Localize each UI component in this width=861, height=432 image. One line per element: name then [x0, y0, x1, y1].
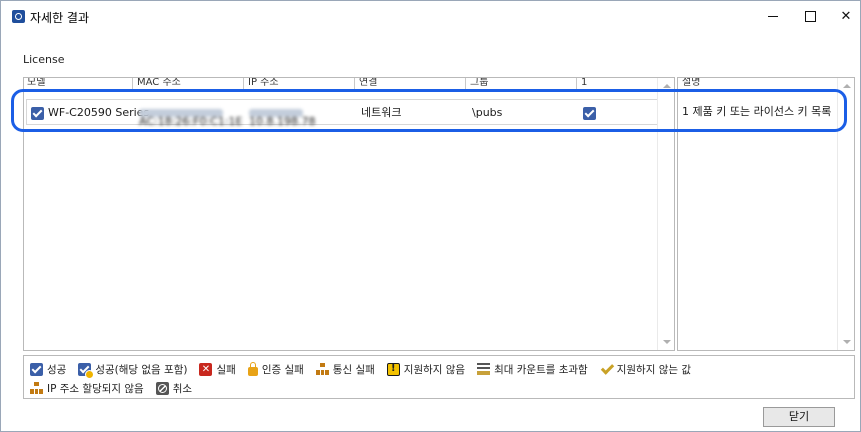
legend-label: 실패	[216, 363, 236, 376]
legend-not-supported: ! 지원하지 않음	[386, 362, 466, 377]
legend-fail: ✕ 실패	[199, 362, 236, 377]
legend-label: 성공(해당 없음 포함)	[95, 363, 188, 376]
legend-label: 성공	[47, 363, 67, 376]
legend-unsupported-value: 지원하지 않는 값	[600, 362, 691, 377]
legend-label: 지원하지 않음	[403, 363, 466, 376]
cell-connection: 네트워크	[361, 106, 402, 119]
col-header-group[interactable]: 그룹	[465, 78, 577, 90]
legend-label: 지원하지 않는 값	[616, 363, 692, 376]
cell-ip: 10.8.198.78	[249, 100, 315, 128]
cancel-icon	[155, 381, 169, 395]
col-header-mac[interactable]: MAC 주소	[132, 78, 244, 90]
legend-auth-fail: 인증 실패	[247, 361, 304, 377]
close-button[interactable]: 닫기	[763, 407, 835, 427]
ip-network-icon	[30, 382, 43, 394]
description-panel: 설명 1 제품 키 또는 라이선스 키 목록	[677, 77, 855, 351]
col-header-1[interactable]: 1	[576, 78, 656, 90]
legend-label: 통신 실패	[332, 363, 375, 376]
legend-cancel: 취소	[155, 381, 193, 396]
legend-label: 취소	[172, 382, 193, 395]
table-row[interactable]: WF-C20590 Series AC:18:26:F0:C1:1E 10.8.…	[26, 99, 658, 128]
cell-group: \pubs	[472, 106, 503, 119]
network-icon	[315, 363, 329, 375]
col-header-description: 설명	[682, 78, 701, 88]
cell-license-check[interactable]	[583, 100, 596, 126]
title-bar: 자세한 결과 ✕	[1, 1, 860, 31]
legend-row-1: 성공 성공(해당 없음 포함) ✕ 실패 인증 실패 통신 실패 ! 지원하지 않음…	[30, 361, 703, 379]
cell-mac: AC:18:26:F0:C1:1E	[139, 100, 243, 128]
status-legend: 성공 성공(해당 없음 포함) ✕ 실패 인증 실패 통신 실패 ! 지원하지 않음…	[23, 355, 855, 399]
unsupported-value-icon	[600, 363, 613, 375]
checkbox-checked-icon	[31, 106, 44, 120]
col-header-ip[interactable]: IP 주소	[243, 78, 355, 90]
description-text: 1 제품 키 또는 라이선스 키 목록	[682, 105, 832, 118]
window-title: 자세한 결과	[30, 11, 90, 25]
legend-success: 성공	[30, 362, 66, 377]
success-partial-check-icon	[78, 362, 95, 379]
legend-max-count: 최대 카운트를 초과함	[477, 362, 588, 377]
scroll-down-icon[interactable]	[663, 340, 671, 344]
mac-blurred: AC:18:26:F0:C1:1E	[139, 109, 243, 128]
license-label: License	[23, 53, 65, 66]
maximize-button[interactable]	[792, 1, 828, 31]
legend-ip-unassigned: IP 주소 할당되지 않음	[30, 381, 144, 396]
legend-label: IP 주소 할당되지 않음	[47, 382, 144, 395]
success-check-icon	[30, 362, 43, 376]
lock-icon	[247, 361, 258, 376]
results-window: 자세한 결과 ✕ License 모델 MAC 주소 IP 주소 연결 그룹 1…	[0, 0, 861, 432]
legend-comm-fail: 통신 실패	[315, 362, 375, 377]
legend-label: 인증 실패	[261, 363, 304, 376]
app-search-icon	[12, 10, 25, 23]
legend-row-2: IP 주소 할당되지 않음 취소	[30, 380, 204, 396]
table-vertical-scrollbar[interactable]	[657, 78, 674, 350]
legend-label: 최대 카운트를 초과함	[494, 363, 588, 376]
legend-success-partial: 성공(해당 없음 포함)	[78, 362, 188, 379]
scroll-up-icon[interactable]	[663, 84, 671, 88]
fail-icon: ✕	[199, 362, 213, 376]
close-window-button[interactable]: ✕	[828, 1, 861, 31]
results-table[interactable]: 모델 MAC 주소 IP 주소 연결 그룹 1 WF-C20590 Series…	[23, 77, 675, 351]
license-checkbox-checked-icon	[583, 106, 596, 120]
scroll-up-icon[interactable]	[843, 84, 851, 88]
col-header-connection[interactable]: 연결	[354, 78, 466, 90]
warning-icon: !	[386, 362, 400, 376]
col-header-model[interactable]: 모델	[24, 78, 133, 90]
minimize-button[interactable]	[755, 1, 791, 31]
cell-model: WF-C20590 Series	[48, 106, 150, 119]
row-checkbox[interactable]	[31, 100, 44, 126]
description-scrollbar[interactable]	[837, 78, 854, 350]
max-count-icon	[477, 363, 491, 375]
scroll-down-icon[interactable]	[843, 340, 851, 344]
ip-blurred: 10.8.198.78	[249, 109, 315, 128]
